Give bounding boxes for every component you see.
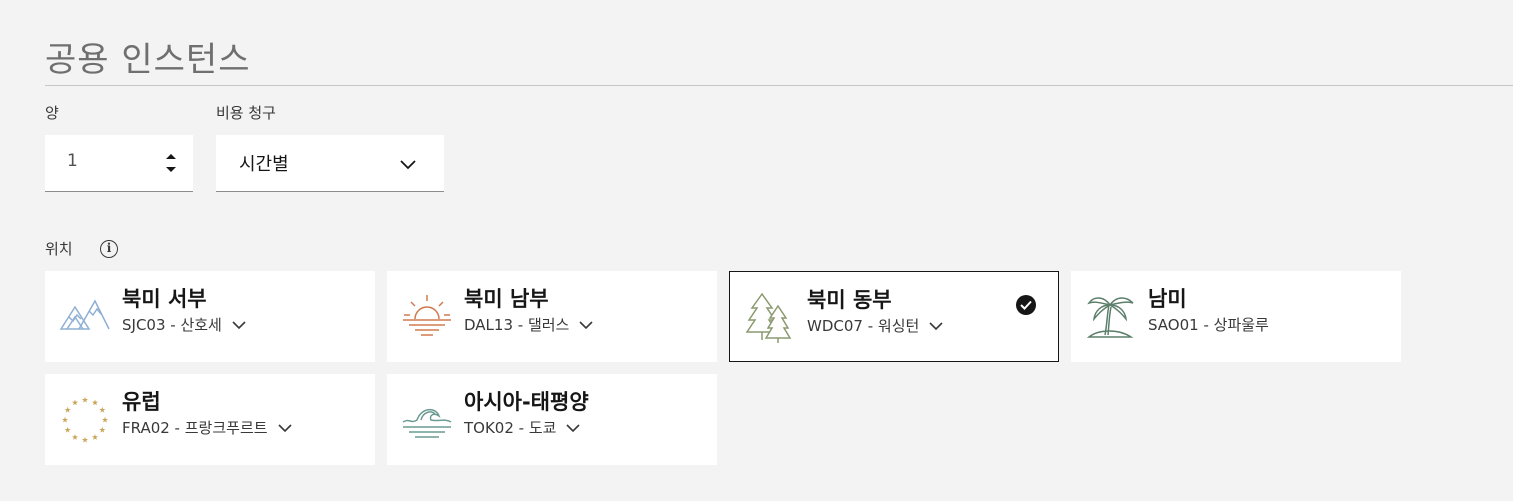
title-divider (45, 85, 1513, 86)
chevron-down-icon[interactable] (566, 419, 581, 437)
eu-stars-icon (59, 394, 111, 446)
datacenter-text: SAO01 - 상파울루 (1148, 314, 1269, 335)
billing-label: 비용 청구 (216, 104, 276, 122)
datacenter-select[interactable]: TOK02 - 도쿄 (464, 417, 581, 438)
billing-select[interactable]: 시간별 (216, 135, 444, 192)
region-name: 북미 동부 (807, 288, 892, 312)
stepper-arrows-icon[interactable] (165, 151, 177, 175)
region-card-na-east[interactable]: 북미 동부 WDC07 - 워싱턴 (729, 271, 1059, 362)
quantity-value[interactable]: 1 (67, 151, 78, 171)
chevron-down-icon[interactable] (277, 419, 292, 437)
chevron-down-icon[interactable] (232, 316, 246, 334)
region-card-asia-pacific[interactable]: 아시아-태평양 TOK02 - 도쿄 (387, 374, 717, 465)
region-name: 북미 남부 (464, 287, 549, 311)
billing-value: 시간별 (239, 154, 289, 175)
region-name: 남미 (1148, 287, 1187, 311)
datacenter-label: TOK02 - 도쿄 (464, 419, 557, 437)
quantity-label: 양 (45, 104, 59, 122)
region-card-na-south[interactable]: 북미 남부 DAL13 - 댈러스 (387, 271, 717, 362)
region-name: 북미 서부 (122, 287, 207, 311)
quantity-stepper[interactable]: 1 (45, 135, 193, 192)
wave-icon (401, 394, 453, 446)
region-card-na-west[interactable]: 북미 서부 SJC03 - 산호세 (45, 271, 375, 362)
datacenter-select[interactable]: DAL13 - 댈러스 (464, 314, 593, 335)
datacenter-label: SAO01 - 상파울루 (1148, 316, 1269, 334)
datacenter-label: FRA02 - 프랑크푸르트 (122, 419, 268, 437)
sun-icon (401, 291, 453, 343)
region-card-europe[interactable]: 유럽 FRA02 - 프랑크푸르트 (45, 374, 375, 465)
datacenter-select[interactable]: FRA02 - 프랑크푸르트 (122, 417, 292, 438)
datacenter-label: DAL13 - 댈러스 (464, 316, 570, 334)
region-card-south-america[interactable]: 남미 SAO01 - 상파울루 (1071, 271, 1401, 362)
checkmark-icon (1016, 295, 1036, 315)
region-name: 유럽 (122, 390, 161, 414)
chevron-down-icon[interactable] (929, 317, 943, 335)
datacenter-label: SJC03 - 산호세 (122, 316, 222, 334)
page-title: 공용 인스턴스 (45, 40, 251, 80)
palm-tree-icon (1085, 291, 1137, 343)
region-name: 아시아-태평양 (464, 390, 589, 414)
chevron-down-icon[interactable] (579, 316, 593, 334)
datacenter-select[interactable]: SJC03 - 산호세 (122, 314, 246, 335)
datacenter-select[interactable]: WDC07 - 워싱턴 (807, 315, 943, 336)
pine-trees-icon (744, 292, 796, 344)
datacenter-label: WDC07 - 워싱턴 (807, 317, 920, 335)
info-icon[interactable]: i (100, 240, 118, 258)
chevron-down-icon (400, 155, 416, 174)
location-label: 위치 (45, 240, 73, 258)
mountains-icon (59, 291, 111, 343)
